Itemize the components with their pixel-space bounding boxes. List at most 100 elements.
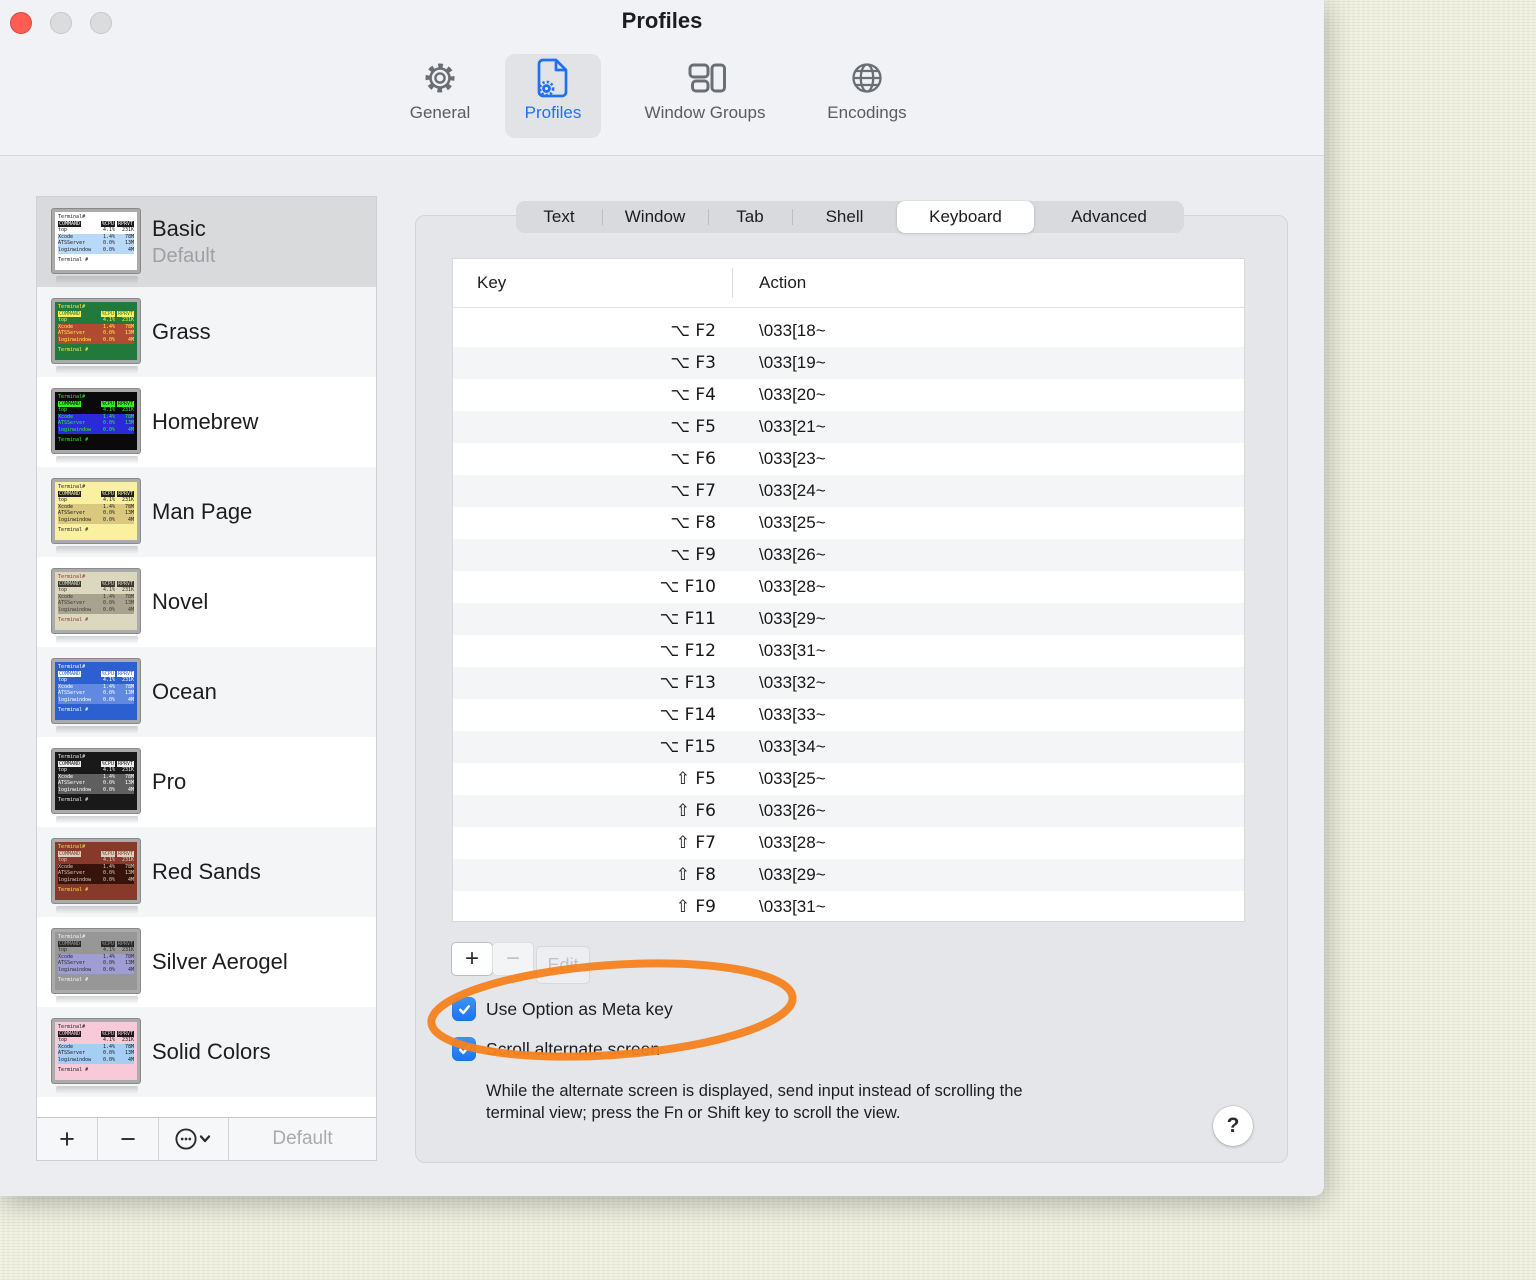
profile-list-item[interactable]: Terminal# COMMAND %CPU RPRVT top 4.1% 231K Xcod… xyxy=(37,377,376,467)
thumb-process-row: Xcode 1.4% 78M xyxy=(58,503,134,511)
table-row[interactable]: ⌥ F2 \033[18~ xyxy=(453,315,1244,347)
table-row[interactable]: ⌥ F11 \033[29~ xyxy=(453,603,1244,635)
table-row[interactable]: ⌥ F14 \033[33~ xyxy=(453,699,1244,731)
remove-profile-button[interactable]: − xyxy=(98,1118,159,1160)
table-row[interactable]: ⌥ F13 \033[32~ xyxy=(453,667,1244,699)
gear-icon xyxy=(420,54,460,102)
profile-name: Basic xyxy=(152,216,206,241)
profile-actions-menu-button[interactable] xyxy=(159,1118,229,1160)
table-row[interactable]: ⇧ F7 \033[28~ xyxy=(453,827,1244,859)
terminal-thumbnail-screen: Terminal# COMMAND %CPU RPRVT top 4.1% 231K Xcod… xyxy=(55,842,137,900)
profile-list-item[interactable]: Terminal# COMMAND %CPU RPRVT top 4.1% 231K Xcod… xyxy=(37,647,376,737)
profile-list-item[interactable]: Terminal# COMMAND %CPU RPRVT top 4.1% 231K Xcod… xyxy=(37,197,376,287)
thumb-header: COMMAND %CPU RPRVT xyxy=(58,850,134,858)
tab-advanced[interactable]: Advanced xyxy=(1034,201,1184,233)
thumb-process-row: top 4.1% 231K xyxy=(58,947,134,954)
thumb-header: COMMAND %CPU RPRVT xyxy=(58,400,134,408)
circle-ellipsis-chevron-icon xyxy=(174,1128,210,1150)
table-row[interactable]: ⌥ F5 \033[21~ xyxy=(453,411,1244,443)
key-cell: ⌥ F6 xyxy=(670,449,716,469)
help-text-line: While the alternate screen is displayed,… xyxy=(486,1082,1023,1100)
action-cell: \033[26~ xyxy=(759,545,826,564)
thumb-footer: Terminal # xyxy=(58,796,89,803)
table-row[interactable]: ⌥ F6 \033[23~ xyxy=(453,443,1244,475)
table-row[interactable]: ⇧ F9 \033[31~ xyxy=(453,891,1244,923)
key-cell: ⌥ F2 xyxy=(670,321,716,341)
table-row[interactable]: ⇧ F6 \033[26~ xyxy=(453,795,1244,827)
thumb-process-row: top 4.1% 231K xyxy=(58,1037,134,1044)
add-key-mapping-button[interactable]: + xyxy=(451,942,493,976)
thumb-title: Terminal# xyxy=(58,664,86,670)
profile-list-item[interactable]: Terminal# COMMAND %CPU RPRVT top 4.1% 231K Xcod… xyxy=(37,287,376,377)
thumb-header-col: %CPU xyxy=(100,490,115,498)
profile-list-item[interactable]: Terminal# COMMAND %CPU RPRVT top 4.1% 231K Xcod… xyxy=(37,557,376,647)
profile-default-badge: Default xyxy=(152,245,216,267)
set-default-button[interactable]: Default xyxy=(229,1118,376,1160)
table-row[interactable]: ⌥ F7 \033[24~ xyxy=(453,475,1244,507)
use-option-as-meta-key-checkbox[interactable] xyxy=(452,997,476,1021)
column-divider[interactable] xyxy=(732,268,733,298)
toolbar-item-label: Window Groups xyxy=(644,103,766,122)
table-row[interactable]: ⌥ F12 \033[31~ xyxy=(453,635,1244,667)
help-button[interactable]: ? xyxy=(1213,1106,1253,1146)
toolbar-item-profiles[interactable]: Profiles xyxy=(505,54,601,138)
thumb-process-row: ATSServer 0.0% 13M xyxy=(58,1050,134,1057)
toolbar-item-encodings[interactable]: Encodings xyxy=(808,54,926,138)
column-header-action[interactable]: Action xyxy=(759,273,806,293)
thumb-process-row: top 4.1% 231K xyxy=(58,317,134,324)
profile-list-item[interactable]: Terminal# COMMAND %CPU RPRVT top 4.1% 231K Xcod… xyxy=(37,467,376,557)
table-row[interactable]: ⌥ F4 \033[20~ xyxy=(453,379,1244,411)
thumb-header-col: RPRVT xyxy=(116,850,134,858)
table-row[interactable]: ⇧ F5 \033[25~ xyxy=(453,763,1244,795)
remove-key-mapping-button[interactable]: − xyxy=(492,942,534,976)
profile-list-item[interactable]: Terminal# COMMAND %CPU RPRVT top 4.1% 231K Xcod… xyxy=(37,827,376,917)
toolbar-item-general[interactable]: General xyxy=(395,54,485,138)
window-groups-icon xyxy=(683,54,727,102)
thumb-header: COMMAND %CPU RPRVT xyxy=(58,940,134,948)
tab-keyboard[interactable]: Keyboard xyxy=(897,201,1034,233)
key-cell: ⇧ F8 xyxy=(675,865,716,885)
key-cell: ⌥ F4 xyxy=(670,385,716,405)
tab-shell[interactable]: Shell xyxy=(792,201,897,233)
table-row[interactable]: ⌥ F15 \033[34~ xyxy=(453,731,1244,763)
thumb-process-row: top 4.1% 231K xyxy=(58,227,134,234)
thumb-header: COMMAND %CPU RPRVT xyxy=(58,580,134,588)
edit-key-mapping-button[interactable]: Edit xyxy=(536,946,590,984)
profile-document-gear-icon xyxy=(534,54,572,102)
thumb-title: Terminal# xyxy=(58,484,86,490)
terminal-thumbnail-screen: Terminal# COMMAND %CPU RPRVT top 4.1% 231K Xcod… xyxy=(55,932,137,990)
profile-list-item[interactable]: Terminal# COMMAND %CPU RPRVT top 4.1% 231K Xcod… xyxy=(37,737,376,827)
thumb-title: Terminal# xyxy=(58,394,86,400)
table-row[interactable]: ⇧ F8 \033[29~ xyxy=(453,859,1244,891)
column-header-key[interactable]: Key xyxy=(453,273,506,293)
thumb-process-row: top 4.1% 231K xyxy=(58,857,134,864)
tab-window[interactable]: Window xyxy=(602,201,708,233)
table-row[interactable]: ⌥ F3 \033[19~ xyxy=(453,347,1244,379)
profile-thumbnail: Terminal# COMMAND %CPU RPRVT top 4.1% 231K Xcod… xyxy=(52,389,140,453)
profile-list-item[interactable]: Terminal# COMMAND %CPU RPRVT top 4.1% 231K Xcod… xyxy=(37,1007,376,1097)
profile-tab-bar: Text Window Tab Shell Keyboard Advanced xyxy=(516,201,1184,233)
table-row[interactable]: ⌥ F10 \033[28~ xyxy=(453,571,1244,603)
thumbnail-reflection xyxy=(56,726,138,734)
thumb-process-row: loginwindow 0.0% 4M xyxy=(58,426,134,434)
thumb-header-col: RPRVT xyxy=(116,760,134,768)
toolbar-item-label: Encodings xyxy=(827,103,907,122)
scroll-alternate-screen-checkbox[interactable] xyxy=(452,1037,476,1061)
thumb-header-col: RPRVT xyxy=(116,490,134,498)
thumb-header-command: COMMAND xyxy=(58,940,82,948)
thumb-footer: Terminal # xyxy=(58,526,89,533)
tab-text[interactable]: Text xyxy=(516,201,602,233)
thumb-process-row: Xcode 1.4% 78M xyxy=(58,773,134,781)
action-cell: \033[23~ xyxy=(759,449,826,468)
toolbar-item-window-groups[interactable]: Window Groups xyxy=(615,54,795,138)
thumb-header-col: %CPU xyxy=(100,670,115,678)
profile-thumbnail: Terminal# COMMAND %CPU RPRVT top 4.1% 231K Xcod… xyxy=(52,479,140,543)
tab-tab[interactable]: Tab xyxy=(708,201,792,233)
table-row[interactable]: ⌥ F9 \033[26~ xyxy=(453,539,1244,571)
add-profile-button[interactable]: + xyxy=(37,1118,98,1160)
profiles-sidebar: Terminal# COMMAND %CPU RPRVT top 4.1% 231K Xcod… xyxy=(36,196,377,1161)
key-cell: ⇧ F7 xyxy=(675,833,716,853)
thumb-process-row: ATSServer 0.0% 13M xyxy=(58,510,134,517)
profile-list-item[interactable]: Terminal# COMMAND %CPU RPRVT top 4.1% 231K Xcod… xyxy=(37,917,376,1007)
table-row[interactable]: ⌥ F8 \033[25~ xyxy=(453,507,1244,539)
